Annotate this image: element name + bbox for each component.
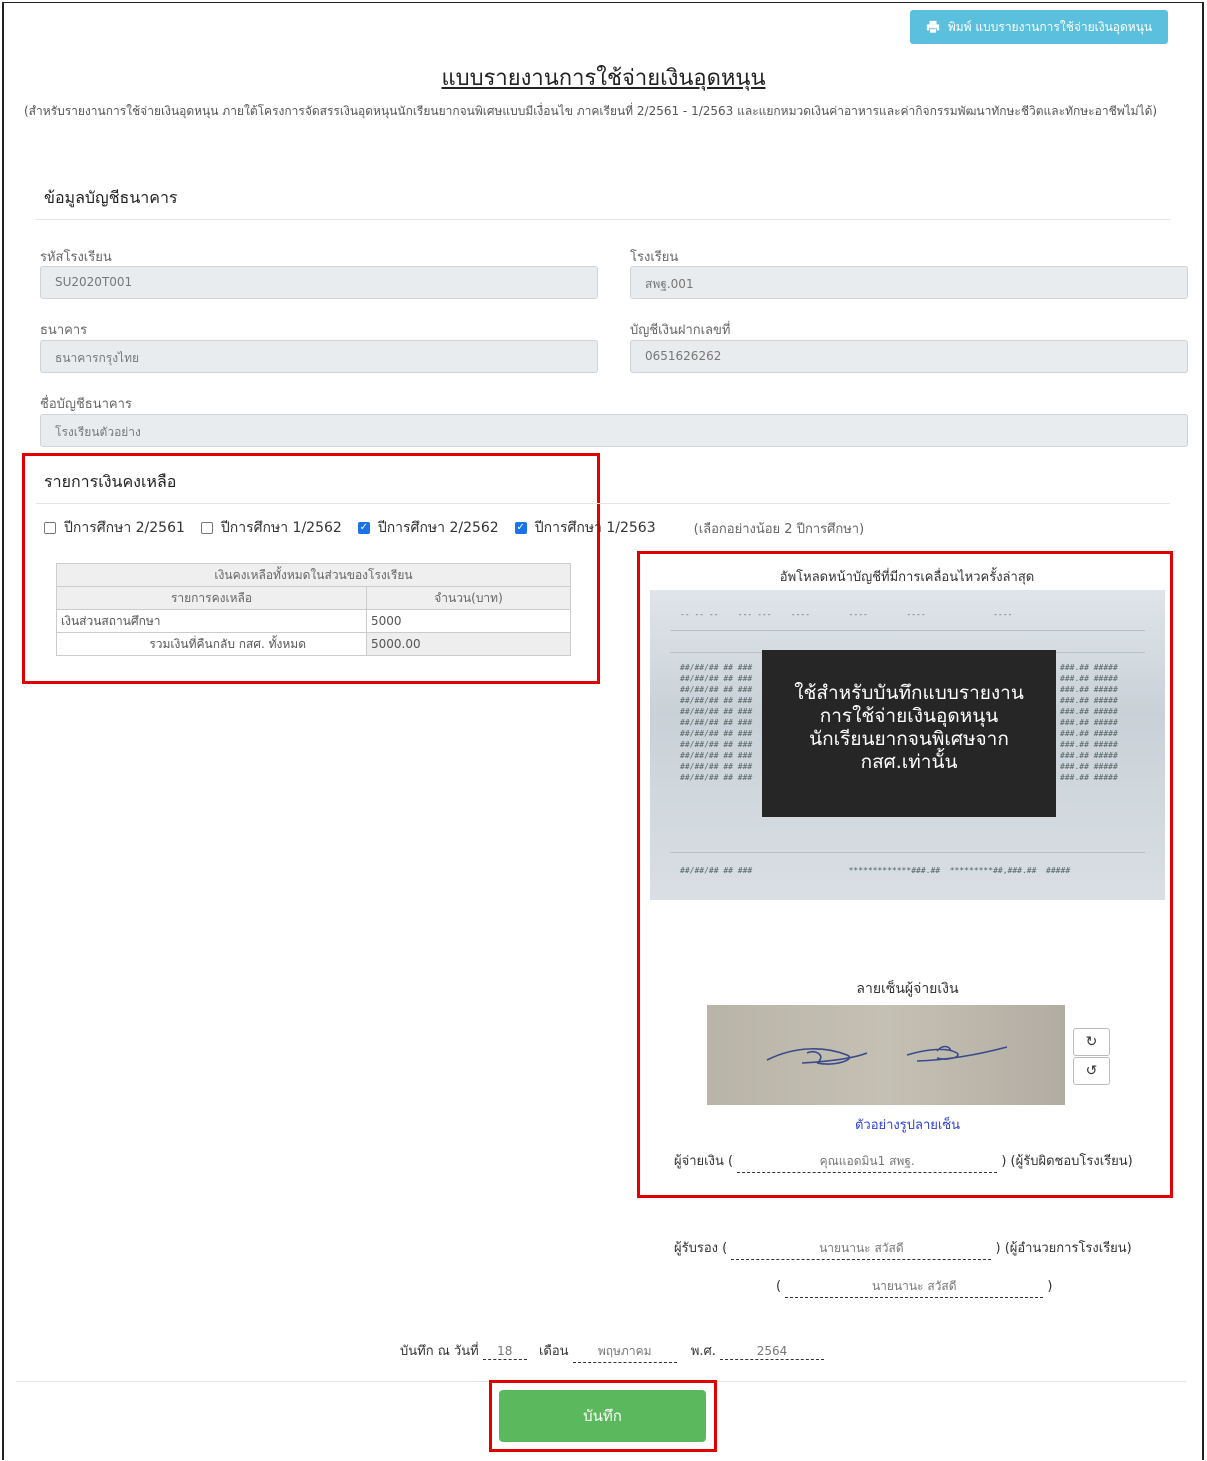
certifier-name-field[interactable]: นายนานะ สวัสดี — [731, 1239, 992, 1260]
year-checkbox-2-2562[interactable]: ปีการศึกษา 2/2562 — [357, 517, 499, 539]
month-label: เดือน — [538, 1344, 569, 1359]
year-checkbox-1-2563[interactable]: ปีการศึกษา 1/2563 — [514, 517, 656, 539]
redo-icon: ↻ — [1085, 1034, 1098, 1050]
certifier-name2-field[interactable]: นายนานะ สวัสดี — [785, 1277, 1044, 1298]
row-amount: 5000 — [366, 609, 571, 633]
account-name-field: โรงเรียนตัวอย่าง — [40, 414, 1188, 447]
account-name-label: ชื่อบัญชีธนาคาร — [40, 397, 132, 412]
balance-section-heading: รายการเงินคงเหลือ — [44, 472, 177, 491]
print-report-button[interactable]: พิมพ์ แบบรายงานการใช้จ่ายเงินอุดหนุน — [910, 10, 1168, 44]
redo-signature-button[interactable]: ↻ — [1073, 1028, 1110, 1056]
signature-drawing — [766, 1045, 1008, 1065]
payer-name-field[interactable]: คุณแอดมิน1 สพฐ. — [737, 1152, 998, 1173]
signature-pad[interactable] — [707, 1005, 1065, 1105]
bank-section-heading: ข้อมูลบัญชีธนาคาร — [44, 188, 178, 207]
certifier-prefix: ผู้รับรอง ( — [674, 1241, 728, 1256]
printer-icon — [926, 20, 939, 34]
payer-suffix: ) (ผู้รับผิดชอบโรงเรียน) — [1001, 1154, 1133, 1169]
school-label: โรงเรียน — [630, 250, 679, 265]
year-checkbox-2-2561[interactable]: ปีการศึกษา 2/2561 — [44, 517, 185, 539]
total-item: รวมเงินที่คืนกลับ กสศ. ทั้งหมด — [56, 632, 367, 656]
checkbox-checked-icon — [514, 522, 527, 534]
school-code-label: รหัสโรงเรียน — [40, 250, 112, 265]
print-report-label: พิมพ์ แบบรายงานการใช้จ่ายเงินอุดหนุน — [947, 19, 1153, 34]
page-description: (สำหรับรายงานการใช้จ่ายเงินอุดหนุน ภายใต… — [24, 104, 1158, 118]
year-field[interactable]: 2564 — [720, 1344, 825, 1360]
divider — [36, 219, 1170, 220]
month-field[interactable]: พฤษภาคม — [572, 1342, 677, 1363]
undo-signature-button[interactable]: ↺ — [1073, 1057, 1110, 1085]
divider — [36, 503, 1170, 504]
save-button[interactable]: บันทึก — [499, 1390, 706, 1442]
watermark-overlay: ใช้สำหรับบันทึกแบบรายงาน การใช้จ่ายเงินอ… — [762, 650, 1056, 817]
total-amount: 5000.00 — [366, 632, 571, 656]
checkbox-unchecked-icon — [200, 522, 213, 534]
table-row: เงินส่วนสถานศึกษา 5000 — [56, 609, 571, 633]
page-title: แบบรายงานการใช้จ่ายเงินอุดหนุน — [441, 66, 766, 91]
school-field: สพฐ.001 — [630, 266, 1188, 299]
day-field[interactable]: 18 — [482, 1344, 527, 1360]
bank-field: ธนาคารกรุงไทย — [40, 340, 598, 373]
year-select-hint: (เลือกอย่างน้อย 2 ปีการศึกษา) — [693, 521, 865, 537]
record-date-label: บันทึก ณ วันที่ — [400, 1344, 479, 1359]
balance-table: เงินคงเหลือทั้งหมดในส่วนของโรงเรียน รายก… — [56, 563, 571, 656]
certifier-suffix: ) (ผู้อำนวยการโรงเรียน) — [995, 1241, 1132, 1256]
payer-prefix: ผู้จ่ายเงิน ( — [674, 1154, 734, 1169]
checkbox-checked-icon — [357, 522, 370, 534]
bank-label: ธนาคาร — [40, 323, 88, 338]
school-code-field: SU2020T001 — [40, 266, 598, 299]
row-item: เงินส่วนสถานศึกษา — [56, 609, 367, 633]
school-year-checkboxes: ปีการศึกษา 2/2561 ปีการศึกษา 1/2562 ปีกา… — [44, 517, 864, 539]
column-header-amount: จำนวน(บาท) — [366, 586, 571, 610]
balance-table-caption: เงินคงเหลือทั้งหมดในส่วนของโรงเรียน — [56, 563, 571, 587]
record-date-row: บันทึก ณ วันที่ 18 เดือน พฤษภาคม พ.ศ. 25… — [400, 1340, 825, 1363]
table-row-total: รวมเงินที่คืนกลับ กสศ. ทั้งหมด 5000.00 — [56, 632, 571, 656]
undo-icon: ↺ — [1085, 1063, 1098, 1079]
upload-title: อัพโหลดหน้าบัญชีที่มีการเคลื่อนไหวครั้งล… — [779, 570, 1035, 585]
year-label: พ.ศ. — [690, 1344, 716, 1359]
checkbox-unchecked-icon — [44, 522, 56, 534]
column-header-item: รายการคงเหลือ — [56, 586, 367, 610]
payer-row: ผู้จ่ายเงิน ( คุณแอดมิน1 สพฐ. ) (ผู้รับผ… — [674, 1150, 1133, 1173]
certifier-row: ผู้รับรอง ( นายนานะ สวัสดี ) (ผู้อำนวยกา… — [674, 1237, 1132, 1260]
signature-label: ลายเซ็นผู้จ่ายเงิน — [856, 981, 959, 997]
account-number-label: บัญชีเงินฝากเลขที่ — [630, 323, 731, 338]
certifier-name-row: ( นายนานะ สวัสดี ) — [776, 1277, 1052, 1298]
account-number-field: 0651626262 — [630, 340, 1188, 373]
year-checkbox-1-2562[interactable]: ปีการศึกษา 1/2562 — [200, 517, 342, 539]
sample-signature-link[interactable]: ตัวอย่างรูปลายเซ็น — [650, 1114, 1165, 1135]
